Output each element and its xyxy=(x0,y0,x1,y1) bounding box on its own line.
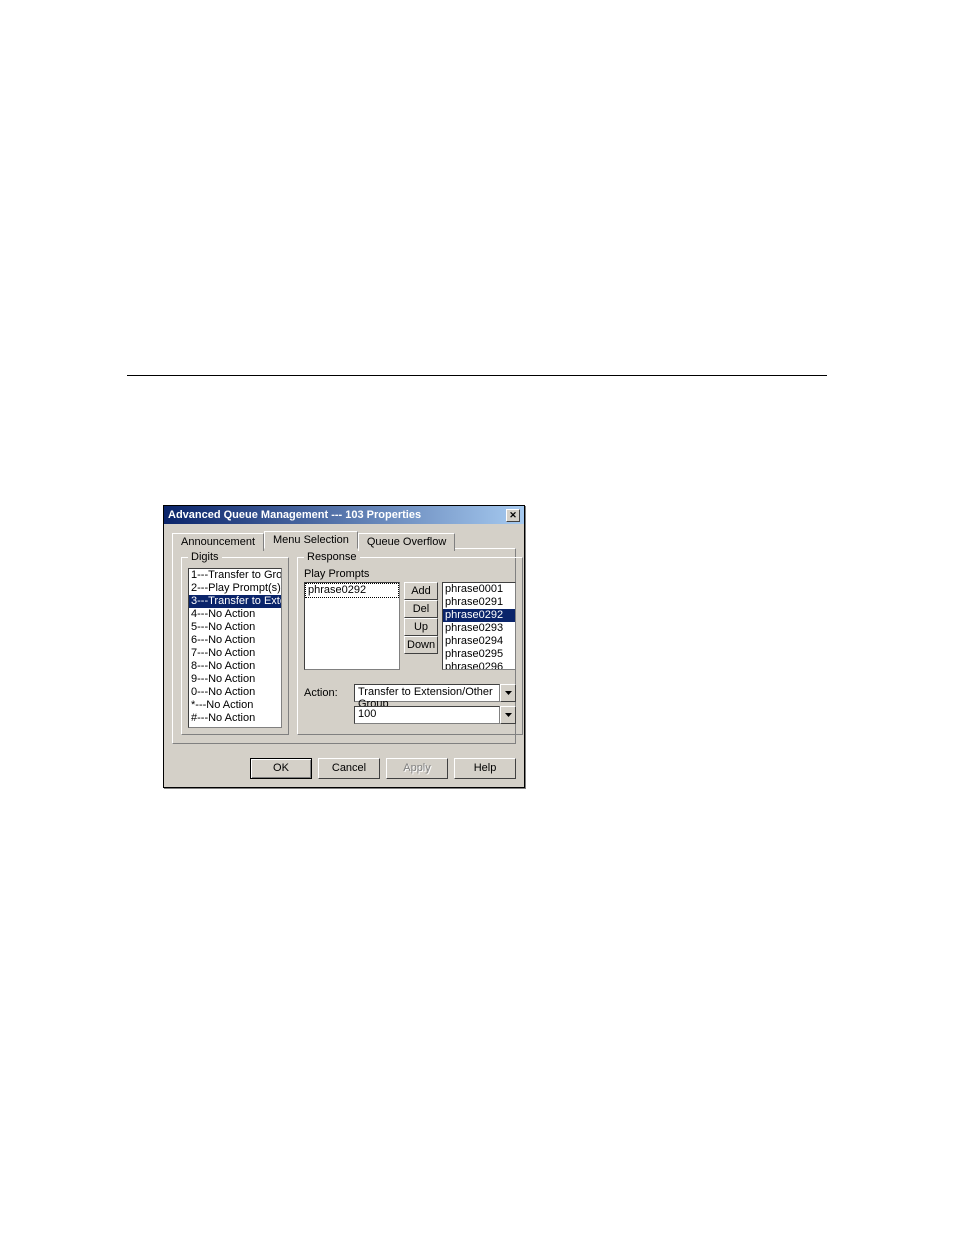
list-item[interactable]: 3---Transfer to Extension/0 xyxy=(189,595,281,608)
dialog-footer: OK Cancel Apply Help xyxy=(164,752,524,787)
close-icon[interactable]: ✕ xyxy=(506,509,520,522)
list-item[interactable]: phrase0292 xyxy=(443,609,515,622)
response-label: Response xyxy=(304,551,360,563)
horizontal-rule xyxy=(127,375,827,376)
selected-prompts-listbox[interactable]: phrase0292 xyxy=(304,582,400,670)
list-item[interactable]: phrase0292 xyxy=(305,583,399,598)
action-value: Transfer to Extension/Other Group xyxy=(354,684,500,702)
add-button[interactable]: Add xyxy=(404,582,438,600)
list-item[interactable]: 5---No Action xyxy=(189,621,281,634)
list-item[interactable]: phrase0295 xyxy=(443,648,515,661)
list-item[interactable]: *---No Action xyxy=(189,699,281,712)
list-item[interactable]: 4---No Action xyxy=(189,608,281,621)
available-prompts-listbox[interactable]: phrase0001phrase0291phrase0292phrase0293… xyxy=(442,582,516,670)
up-button[interactable]: Up xyxy=(404,618,438,636)
action-target-combo[interactable]: 100 xyxy=(354,706,516,724)
action-combo[interactable]: Transfer to Extension/Other Group xyxy=(354,684,516,702)
chevron-down-icon[interactable] xyxy=(500,706,516,724)
list-item[interactable]: 9---No Action xyxy=(189,673,281,686)
action-target: 100 xyxy=(354,706,500,724)
cancel-button[interactable]: Cancel xyxy=(318,758,380,779)
digits-label: Digits xyxy=(188,551,222,563)
list-item[interactable]: 7---No Action xyxy=(189,647,281,660)
tab-announcement[interactable]: Announcement xyxy=(172,533,264,551)
list-item[interactable]: 1---Transfer to Group VM xyxy=(189,569,281,582)
list-item[interactable]: phrase0001 xyxy=(443,583,515,596)
down-button[interactable]: Down xyxy=(404,636,438,654)
tab-menu-selection[interactable]: Menu Selection xyxy=(264,531,358,549)
window-title: Advanced Queue Management --- 103 Proper… xyxy=(168,509,421,521)
ok-button[interactable]: OK xyxy=(250,758,312,779)
del-button[interactable]: Del xyxy=(404,600,438,618)
dialog: Advanced Queue Management --- 103 Proper… xyxy=(163,505,525,788)
digits-listbox[interactable]: 1---Transfer to Group VM2---Play Prompt(… xyxy=(188,568,282,728)
titlebar[interactable]: Advanced Queue Management --- 103 Proper… xyxy=(164,506,524,524)
apply-button[interactable]: Apply xyxy=(386,758,448,779)
tab-queue-overflow[interactable]: Queue Overflow xyxy=(358,533,455,551)
action-label: Action: xyxy=(304,687,346,699)
list-item[interactable]: 6---No Action xyxy=(189,634,281,647)
list-item[interactable]: 8---No Action xyxy=(189,660,281,673)
list-item[interactable]: #---No Action xyxy=(189,712,281,725)
list-item[interactable]: phrase0291 xyxy=(443,596,515,609)
tabstrip: Announcement Menu Selection Queue Overfl… xyxy=(172,531,516,549)
list-item[interactable]: phrase0293 xyxy=(443,622,515,635)
play-prompts-label: Play Prompts xyxy=(304,568,516,580)
tab-panel: Digits 1---Transfer to Group VM2---Play … xyxy=(172,548,516,744)
list-item[interactable]: 2---Play Prompt(s) xyxy=(189,582,281,595)
chevron-down-icon[interactable] xyxy=(500,684,516,702)
help-button[interactable]: Help xyxy=(454,758,516,779)
list-item[interactable]: 0---No Action xyxy=(189,686,281,699)
digits-group: Digits 1---Transfer to Group VM2---Play … xyxy=(181,557,289,735)
list-item[interactable]: phrase0294 xyxy=(443,635,515,648)
list-item[interactable]: phrase0296 xyxy=(443,661,515,670)
response-group: Response Play Prompts phrase0292 Add Del… xyxy=(297,557,523,735)
